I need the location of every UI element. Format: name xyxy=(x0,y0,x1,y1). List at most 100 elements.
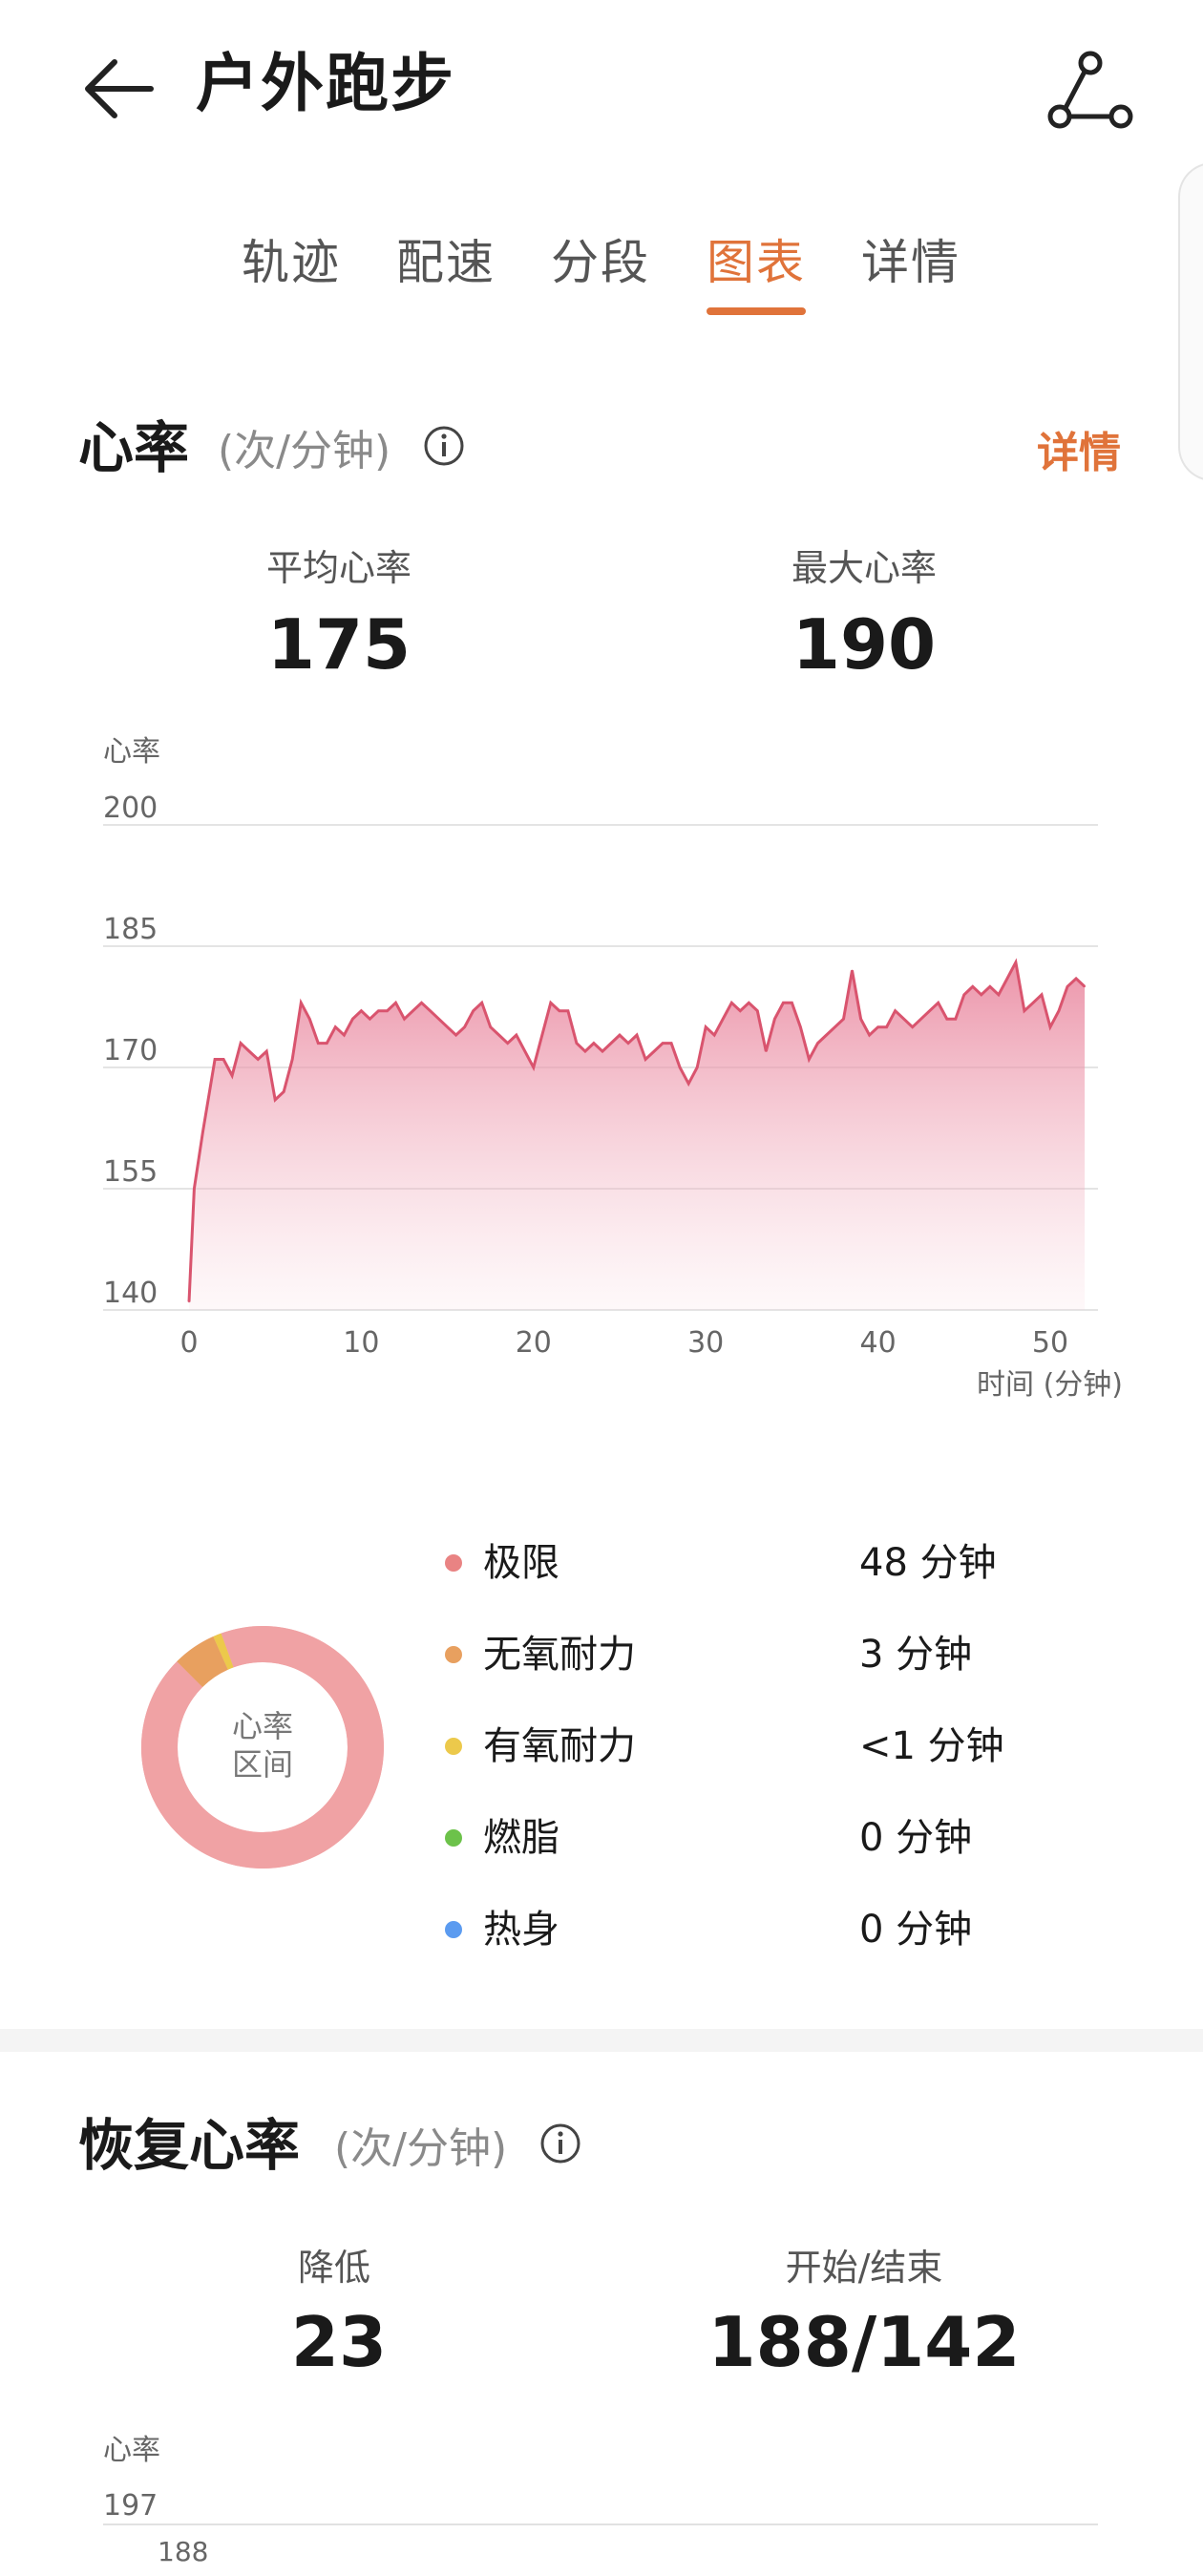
heart-rate-point xyxy=(602,1050,603,1052)
heart-rate-point xyxy=(963,994,965,996)
heart-rate-point xyxy=(816,1042,819,1045)
heart-rate-point xyxy=(782,1002,785,1004)
heart-rate-point xyxy=(201,1130,204,1133)
heart-rate-point xyxy=(567,1009,569,1012)
heart-rate-point xyxy=(274,1099,277,1101)
recovery-drop-value: 23 xyxy=(290,2302,388,2382)
zone-dot-limit xyxy=(445,1554,462,1572)
heart-rate-point xyxy=(722,1018,724,1020)
heart-rate-point xyxy=(765,1050,768,1052)
zone-name-aerobic: 有氧耐力 xyxy=(483,1724,636,1768)
chart-x-tick-label: 20 xyxy=(516,1326,552,1360)
heart-rate-point xyxy=(928,1009,931,1012)
tab-track[interactable]: 轨迹 xyxy=(242,229,341,296)
back-arrow-icon xyxy=(85,59,154,118)
heart-rate-point xyxy=(756,1009,759,1012)
heart-rate-point xyxy=(955,1018,957,1020)
heart-rate-point xyxy=(730,1002,733,1004)
zone-dot-warmup xyxy=(445,1921,462,1938)
heart-rate-point xyxy=(403,1018,406,1020)
avg-hr-label: 平均心率 xyxy=(265,547,412,589)
zone-name-limit: 极限 xyxy=(483,1541,559,1585)
donut-center-label-2: 区间 xyxy=(232,1746,293,1783)
heart-rate-point xyxy=(497,1034,500,1036)
heart-rate-point xyxy=(825,1034,828,1036)
recovery-chart-ytick: 197 xyxy=(103,2489,158,2523)
back-button[interactable] xyxy=(76,46,162,132)
zone-dot-fat-burn xyxy=(445,1829,462,1847)
heart-rate-point xyxy=(231,1074,233,1077)
heart-rate-point xyxy=(1049,1025,1051,1028)
heart-rate-point xyxy=(463,1025,466,1028)
max-hr-value: 190 xyxy=(791,604,937,685)
heart-rate-point xyxy=(193,1188,196,1190)
zone-duration-limit: 48 分钟 xyxy=(859,1541,997,1585)
heart-rate-point xyxy=(937,1002,939,1004)
heart-rate-point xyxy=(859,1018,862,1020)
zone-name-warmup: 热身 xyxy=(483,1908,559,1952)
heart-rate-point xyxy=(480,1002,483,1004)
recovery-hr-title: 恢复心率 xyxy=(78,2113,301,2178)
heart-rate-point xyxy=(627,1042,629,1045)
heart-rate-point xyxy=(524,1050,526,1052)
heart-rate-point xyxy=(369,1018,371,1020)
heart-rate-point xyxy=(386,1009,389,1012)
heart-rate-info-icon[interactable] xyxy=(422,424,466,468)
zone-duration-aerobic: <1 分钟 xyxy=(859,1724,1004,1768)
heart-rate-point xyxy=(1015,961,1017,963)
heart-rate-point xyxy=(360,1009,363,1012)
heart-rate-point xyxy=(516,1034,517,1036)
heart-rate-point xyxy=(989,985,991,988)
heart-rate-point xyxy=(576,1042,578,1045)
heart-rate-chart: 心率 200 185 170 155 140 0 10 20 30 40 50 时间 (分钟) xyxy=(103,735,1123,1402)
heart-rate-point xyxy=(283,1090,285,1093)
heart-rate-point xyxy=(412,1009,414,1012)
heart-rate-point xyxy=(257,1058,260,1061)
heart-rate-point xyxy=(739,1009,742,1012)
tab-details[interactable]: 详情 xyxy=(861,229,960,296)
route-share-button[interactable] xyxy=(1043,42,1138,137)
chart-y-tick-label: 185 xyxy=(103,913,158,946)
heart-rate-point xyxy=(946,1018,948,1020)
heart-rate-point xyxy=(636,1034,638,1036)
zone-name-anaerobic: 无氧耐力 xyxy=(483,1633,636,1677)
heart-rate-point xyxy=(394,1002,397,1004)
heart-rate-point xyxy=(687,1083,689,1085)
heart-rate-point xyxy=(550,1002,552,1004)
heart-rate-point xyxy=(713,1034,715,1036)
heart-rate-point xyxy=(240,1042,242,1045)
heart-rate-point xyxy=(420,1002,423,1004)
recovery-drop-label: 降低 xyxy=(297,2247,370,2289)
tab-splits[interactable]: 分段 xyxy=(551,229,650,296)
heart-rate-point xyxy=(506,1042,509,1045)
tab-charts[interactable]: 图表 xyxy=(707,229,806,296)
zone-dot-anaerobic xyxy=(445,1646,462,1663)
recovery-hr-unit: (次/分钟) xyxy=(334,2124,508,2173)
side-panel-handle[interactable] xyxy=(1178,162,1203,481)
chart-y-tick-label: 170 xyxy=(103,1034,158,1067)
recovery-info-icon[interactable] xyxy=(538,2122,582,2165)
heart-rate-point xyxy=(670,1042,672,1045)
heart-rate-point xyxy=(868,1034,871,1036)
zone-duration-anaerobic: 3 分钟 xyxy=(859,1633,973,1677)
heart-rate-point xyxy=(446,1025,449,1028)
heart-rate-point xyxy=(1006,978,1008,980)
chart-x-tick-label: 50 xyxy=(1032,1326,1068,1360)
heart-rate-point xyxy=(1032,1002,1034,1004)
heart-rate-detail-link[interactable]: 详情 xyxy=(1037,420,1121,487)
heart-rate-point xyxy=(291,1058,294,1061)
heart-rate-point xyxy=(894,1009,897,1012)
tab-pace[interactable]: 配速 xyxy=(396,229,496,296)
heart-rate-point xyxy=(834,1025,836,1028)
heart-rate-point xyxy=(1075,978,1077,980)
active-tab-indicator xyxy=(707,307,806,315)
heart-rate-point xyxy=(653,1050,655,1052)
heart-rate-point xyxy=(343,1034,346,1036)
donut-center-label-1: 心率 xyxy=(232,1708,293,1744)
chart-x-tick-label: 10 xyxy=(343,1326,379,1360)
heart-rate-point xyxy=(326,1042,328,1045)
heart-rate-point xyxy=(748,1002,750,1004)
heart-rate-point xyxy=(885,1025,888,1028)
chart-y-tick-label: 200 xyxy=(103,792,158,825)
heart-rate-point xyxy=(696,1066,698,1068)
